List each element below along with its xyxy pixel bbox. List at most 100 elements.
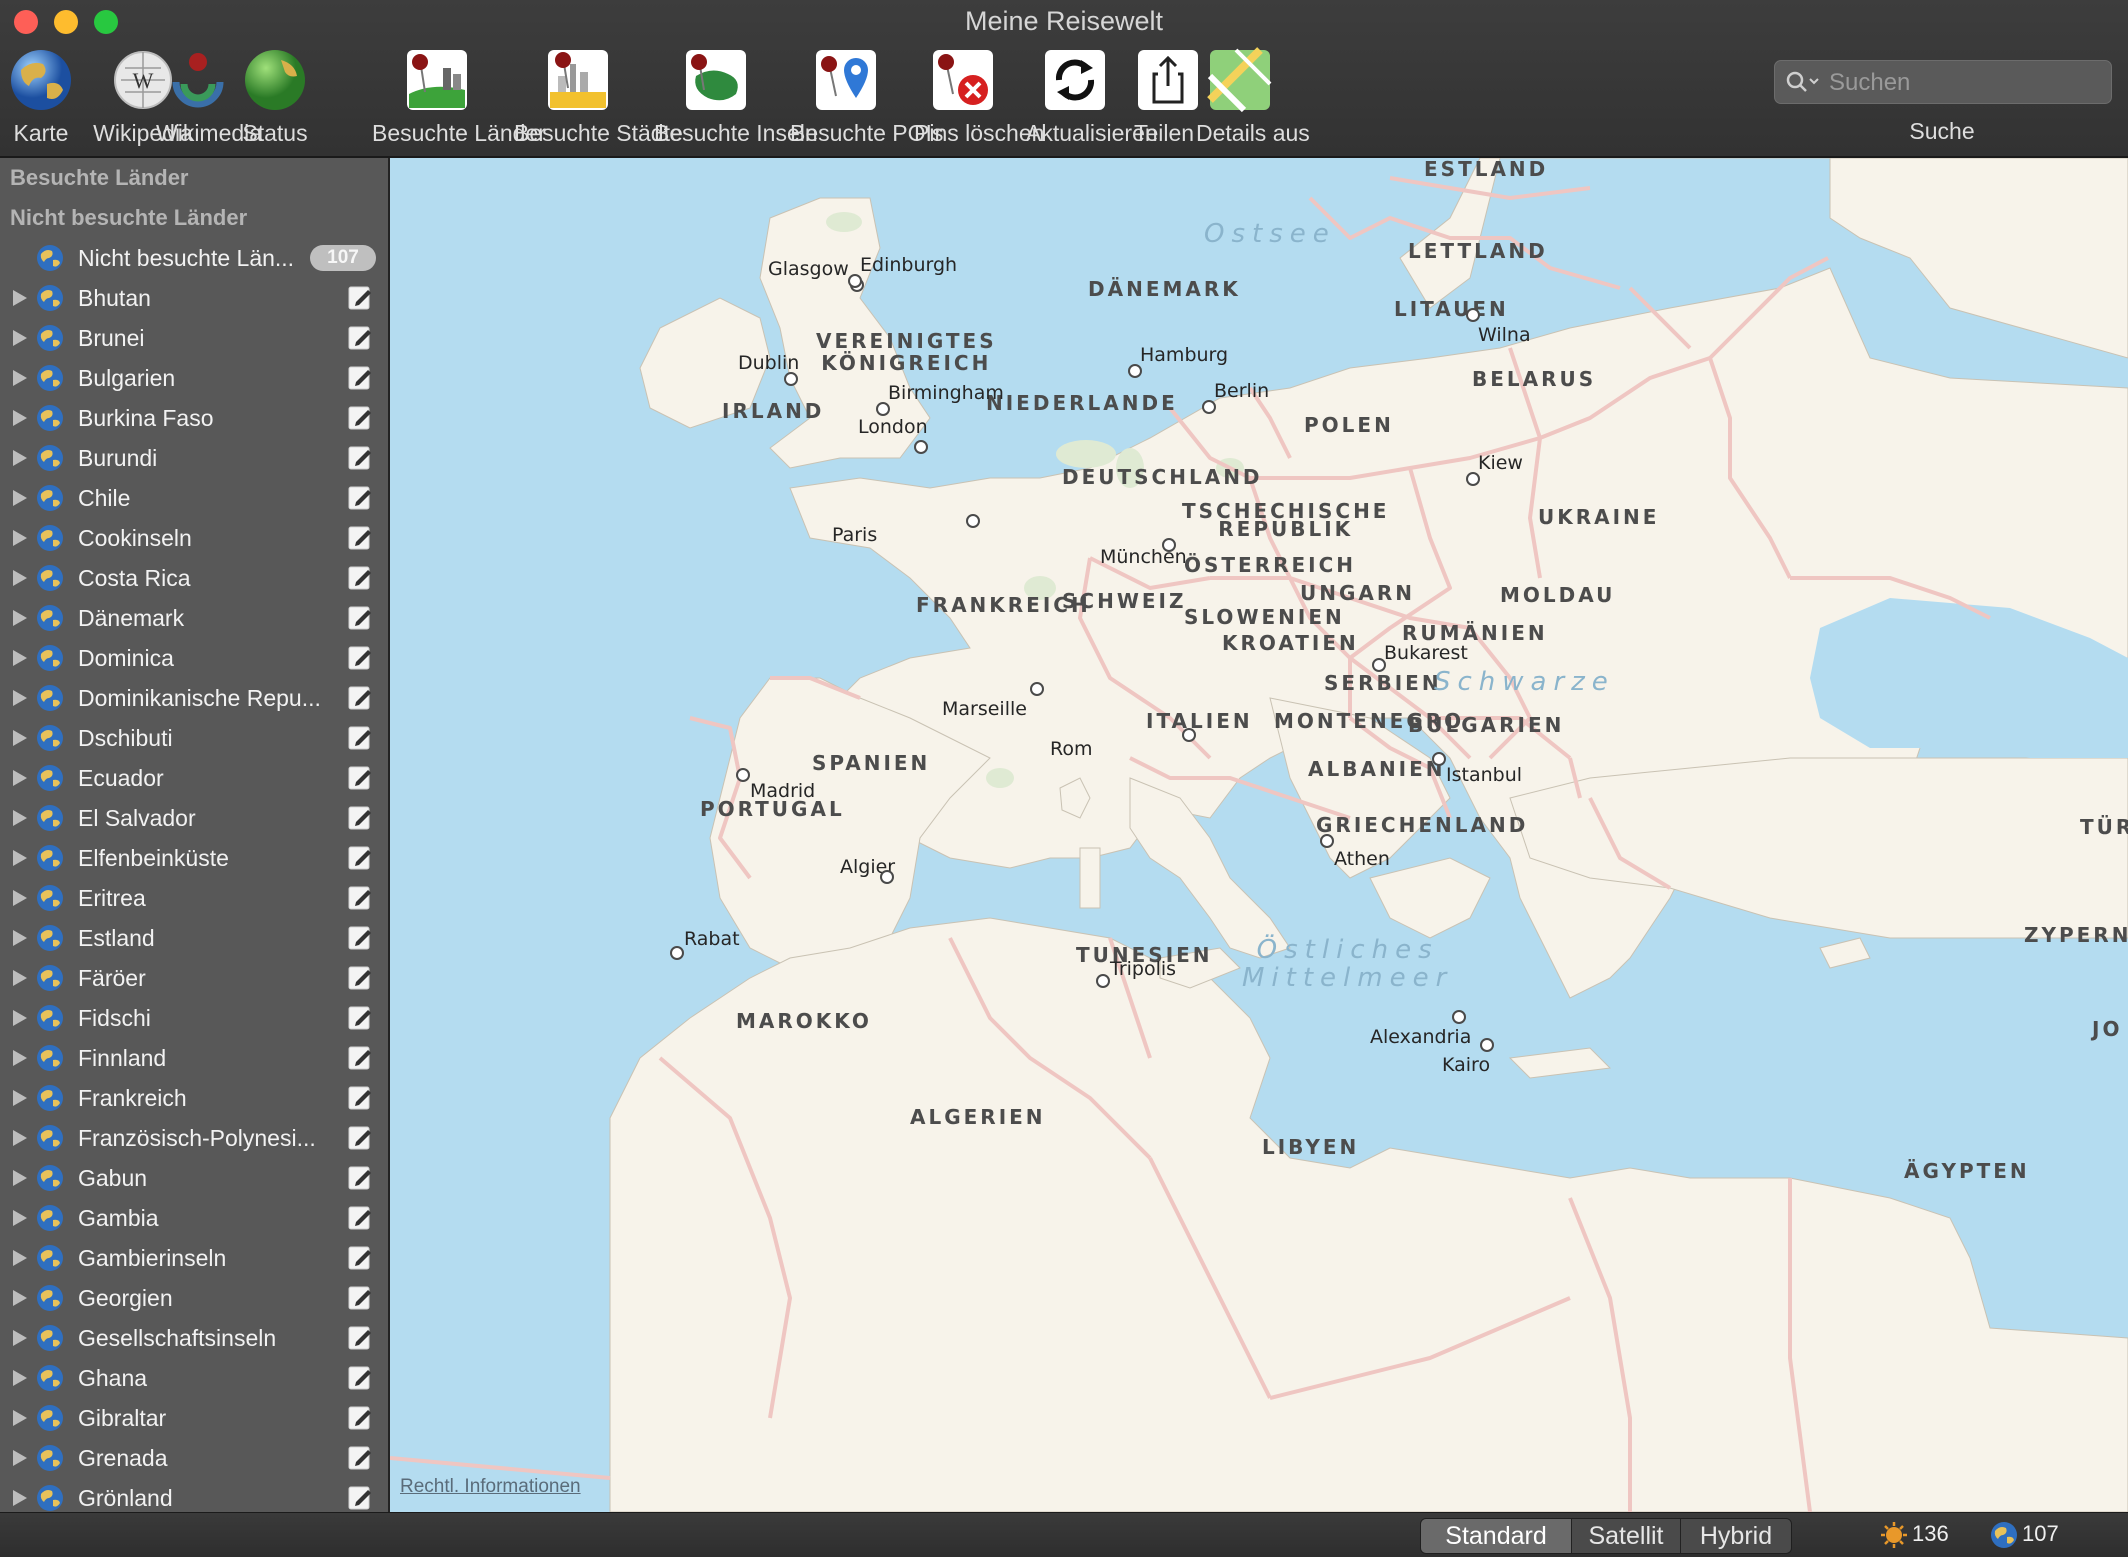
- map-type-hybrid[interactable]: Hybrid: [1681, 1519, 1791, 1553]
- city-marker[interactable]: [1452, 1010, 1466, 1024]
- disclosure-triangle-icon[interactable]: [13, 1290, 27, 1306]
- disclosure-triangle-icon[interactable]: [13, 490, 27, 506]
- country-row[interactable]: Dschibuti: [0, 718, 388, 758]
- edit-icon[interactable]: [346, 1004, 374, 1032]
- country-row[interactable]: Bulgarien: [0, 358, 388, 398]
- country-row[interactable]: Cookinseln: [0, 518, 388, 558]
- country-row[interactable]: Ecuador: [0, 758, 388, 798]
- city-marker[interactable]: [1182, 728, 1196, 742]
- city-marker[interactable]: [1162, 538, 1176, 552]
- city-marker[interactable]: [1432, 752, 1446, 766]
- disclosure-triangle-icon[interactable]: [13, 1010, 27, 1026]
- legal-info-link[interactable]: Rechtl. Informationen: [400, 1476, 581, 1498]
- edit-icon[interactable]: [346, 404, 374, 432]
- disclosure-triangle-icon[interactable]: [13, 890, 27, 906]
- toolbar-status-button[interactable]: Status: [240, 46, 310, 147]
- country-row[interactable]: Frankreich: [0, 1078, 388, 1118]
- country-row[interactable]: Ghana: [0, 1358, 388, 1398]
- country-row[interactable]: Finnland: [0, 1038, 388, 1078]
- unvisited-group-row[interactable]: Nicht besuchte Län... 107: [0, 238, 388, 278]
- country-row[interactable]: Eritrea: [0, 878, 388, 918]
- edit-icon[interactable]: [346, 364, 374, 392]
- country-row[interactable]: Estland: [0, 918, 388, 958]
- country-row[interactable]: Costa Rica: [0, 558, 388, 598]
- edit-icon[interactable]: [346, 1044, 374, 1072]
- city-marker[interactable]: [966, 514, 980, 528]
- country-row[interactable]: Grönland: [0, 1478, 388, 1512]
- disclosure-triangle-icon[interactable]: [13, 1490, 27, 1506]
- country-row[interactable]: Dänemark: [0, 598, 388, 638]
- country-row[interactable]: Bhutan: [0, 278, 388, 318]
- country-row[interactable]: Burundi: [0, 438, 388, 478]
- edit-icon[interactable]: [346, 524, 374, 552]
- disclosure-triangle-icon[interactable]: [13, 1410, 27, 1426]
- edit-icon[interactable]: [346, 1164, 374, 1192]
- edit-icon[interactable]: [346, 564, 374, 592]
- edit-icon[interactable]: [346, 764, 374, 792]
- search-field[interactable]: [1774, 60, 2112, 104]
- toolbar-details-button[interactable]: Details aus: [1196, 46, 1310, 147]
- city-marker[interactable]: [1202, 400, 1216, 414]
- disclosure-triangle-icon[interactable]: [13, 1210, 27, 1226]
- disclosure-triangle-icon[interactable]: [13, 810, 27, 826]
- toolbar-delete-pins-button[interactable]: Pins löschen: [914, 46, 1044, 147]
- edit-icon[interactable]: [346, 1404, 374, 1432]
- edit-icon[interactable]: [346, 684, 374, 712]
- edit-icon[interactable]: [346, 1284, 374, 1312]
- country-row[interactable]: Georgien: [0, 1278, 388, 1318]
- city-marker[interactable]: [784, 372, 798, 386]
- toolbar-karte-button[interactable]: Karte: [6, 46, 76, 147]
- disclosure-triangle-icon[interactable]: [13, 570, 27, 586]
- city-marker[interactable]: [848, 274, 862, 288]
- edit-icon[interactable]: [346, 1084, 374, 1112]
- toolbar-refresh-button[interactable]: Aktualisieren: [1026, 46, 1158, 147]
- edit-icon[interactable]: [346, 484, 374, 512]
- country-row[interactable]: Gibraltar: [0, 1398, 388, 1438]
- disclosure-triangle-icon[interactable]: [13, 610, 27, 626]
- toolbar-share-button[interactable]: Teilen: [1134, 46, 1198, 147]
- city-marker[interactable]: [1466, 472, 1480, 486]
- toolbar-visited-cities-button[interactable]: Besuchte Städte: [514, 46, 683, 147]
- disclosure-triangle-icon[interactable]: [13, 690, 27, 706]
- map-type-satellite[interactable]: Satellit: [1572, 1519, 1681, 1553]
- disclosure-triangle-icon[interactable]: [13, 650, 27, 666]
- disclosure-triangle-icon[interactable]: [13, 1090, 27, 1106]
- city-marker[interactable]: [1480, 1038, 1494, 1052]
- city-marker[interactable]: [670, 946, 684, 960]
- edit-icon[interactable]: [346, 884, 374, 912]
- edit-icon[interactable]: [346, 1484, 374, 1512]
- disclosure-triangle-icon[interactable]: [13, 1250, 27, 1266]
- country-row[interactable]: Chile: [0, 478, 388, 518]
- toolbar-visited-islands-button[interactable]: Besuchte Inseln: [654, 46, 818, 147]
- country-row[interactable]: Grenada: [0, 1438, 388, 1478]
- disclosure-triangle-icon[interactable]: [13, 1450, 27, 1466]
- edit-icon[interactable]: [346, 1124, 374, 1152]
- disclosure-triangle-icon[interactable]: [13, 970, 27, 986]
- disclosure-triangle-icon[interactable]: [13, 530, 27, 546]
- toolbar-visited-pois-button[interactable]: Besuchte POIs: [790, 46, 943, 147]
- edit-icon[interactable]: [346, 964, 374, 992]
- edit-icon[interactable]: [346, 1364, 374, 1392]
- disclosure-triangle-icon[interactable]: [13, 1370, 27, 1386]
- country-row[interactable]: Fidschi: [0, 998, 388, 1038]
- edit-icon[interactable]: [346, 924, 374, 952]
- edit-icon[interactable]: [346, 1244, 374, 1272]
- disclosure-triangle-icon[interactable]: [13, 450, 27, 466]
- edit-icon[interactable]: [346, 804, 374, 832]
- disclosure-triangle-icon[interactable]: [13, 1330, 27, 1346]
- country-row[interactable]: Französisch-Polynesi...: [0, 1118, 388, 1158]
- edit-icon[interactable]: [346, 644, 374, 672]
- country-row[interactable]: Färöer: [0, 958, 388, 998]
- edit-icon[interactable]: [346, 1324, 374, 1352]
- toolbar-wikimedia-button[interactable]: Wikimedia: [156, 46, 262, 147]
- map-type-standard[interactable]: Standard: [1421, 1519, 1572, 1553]
- country-row[interactable]: Elfenbeinküste: [0, 838, 388, 878]
- disclosure-triangle-icon[interactable]: [13, 290, 27, 306]
- edit-icon[interactable]: [346, 844, 374, 872]
- edit-icon[interactable]: [346, 1204, 374, 1232]
- toolbar-visited-countries-button[interactable]: Besuchte Länder: [372, 46, 546, 147]
- city-marker[interactable]: [880, 870, 894, 884]
- section-visited-countries[interactable]: Besuchte Länder: [0, 158, 388, 198]
- search-input[interactable]: [1827, 65, 2101, 101]
- city-marker[interactable]: [876, 402, 890, 416]
